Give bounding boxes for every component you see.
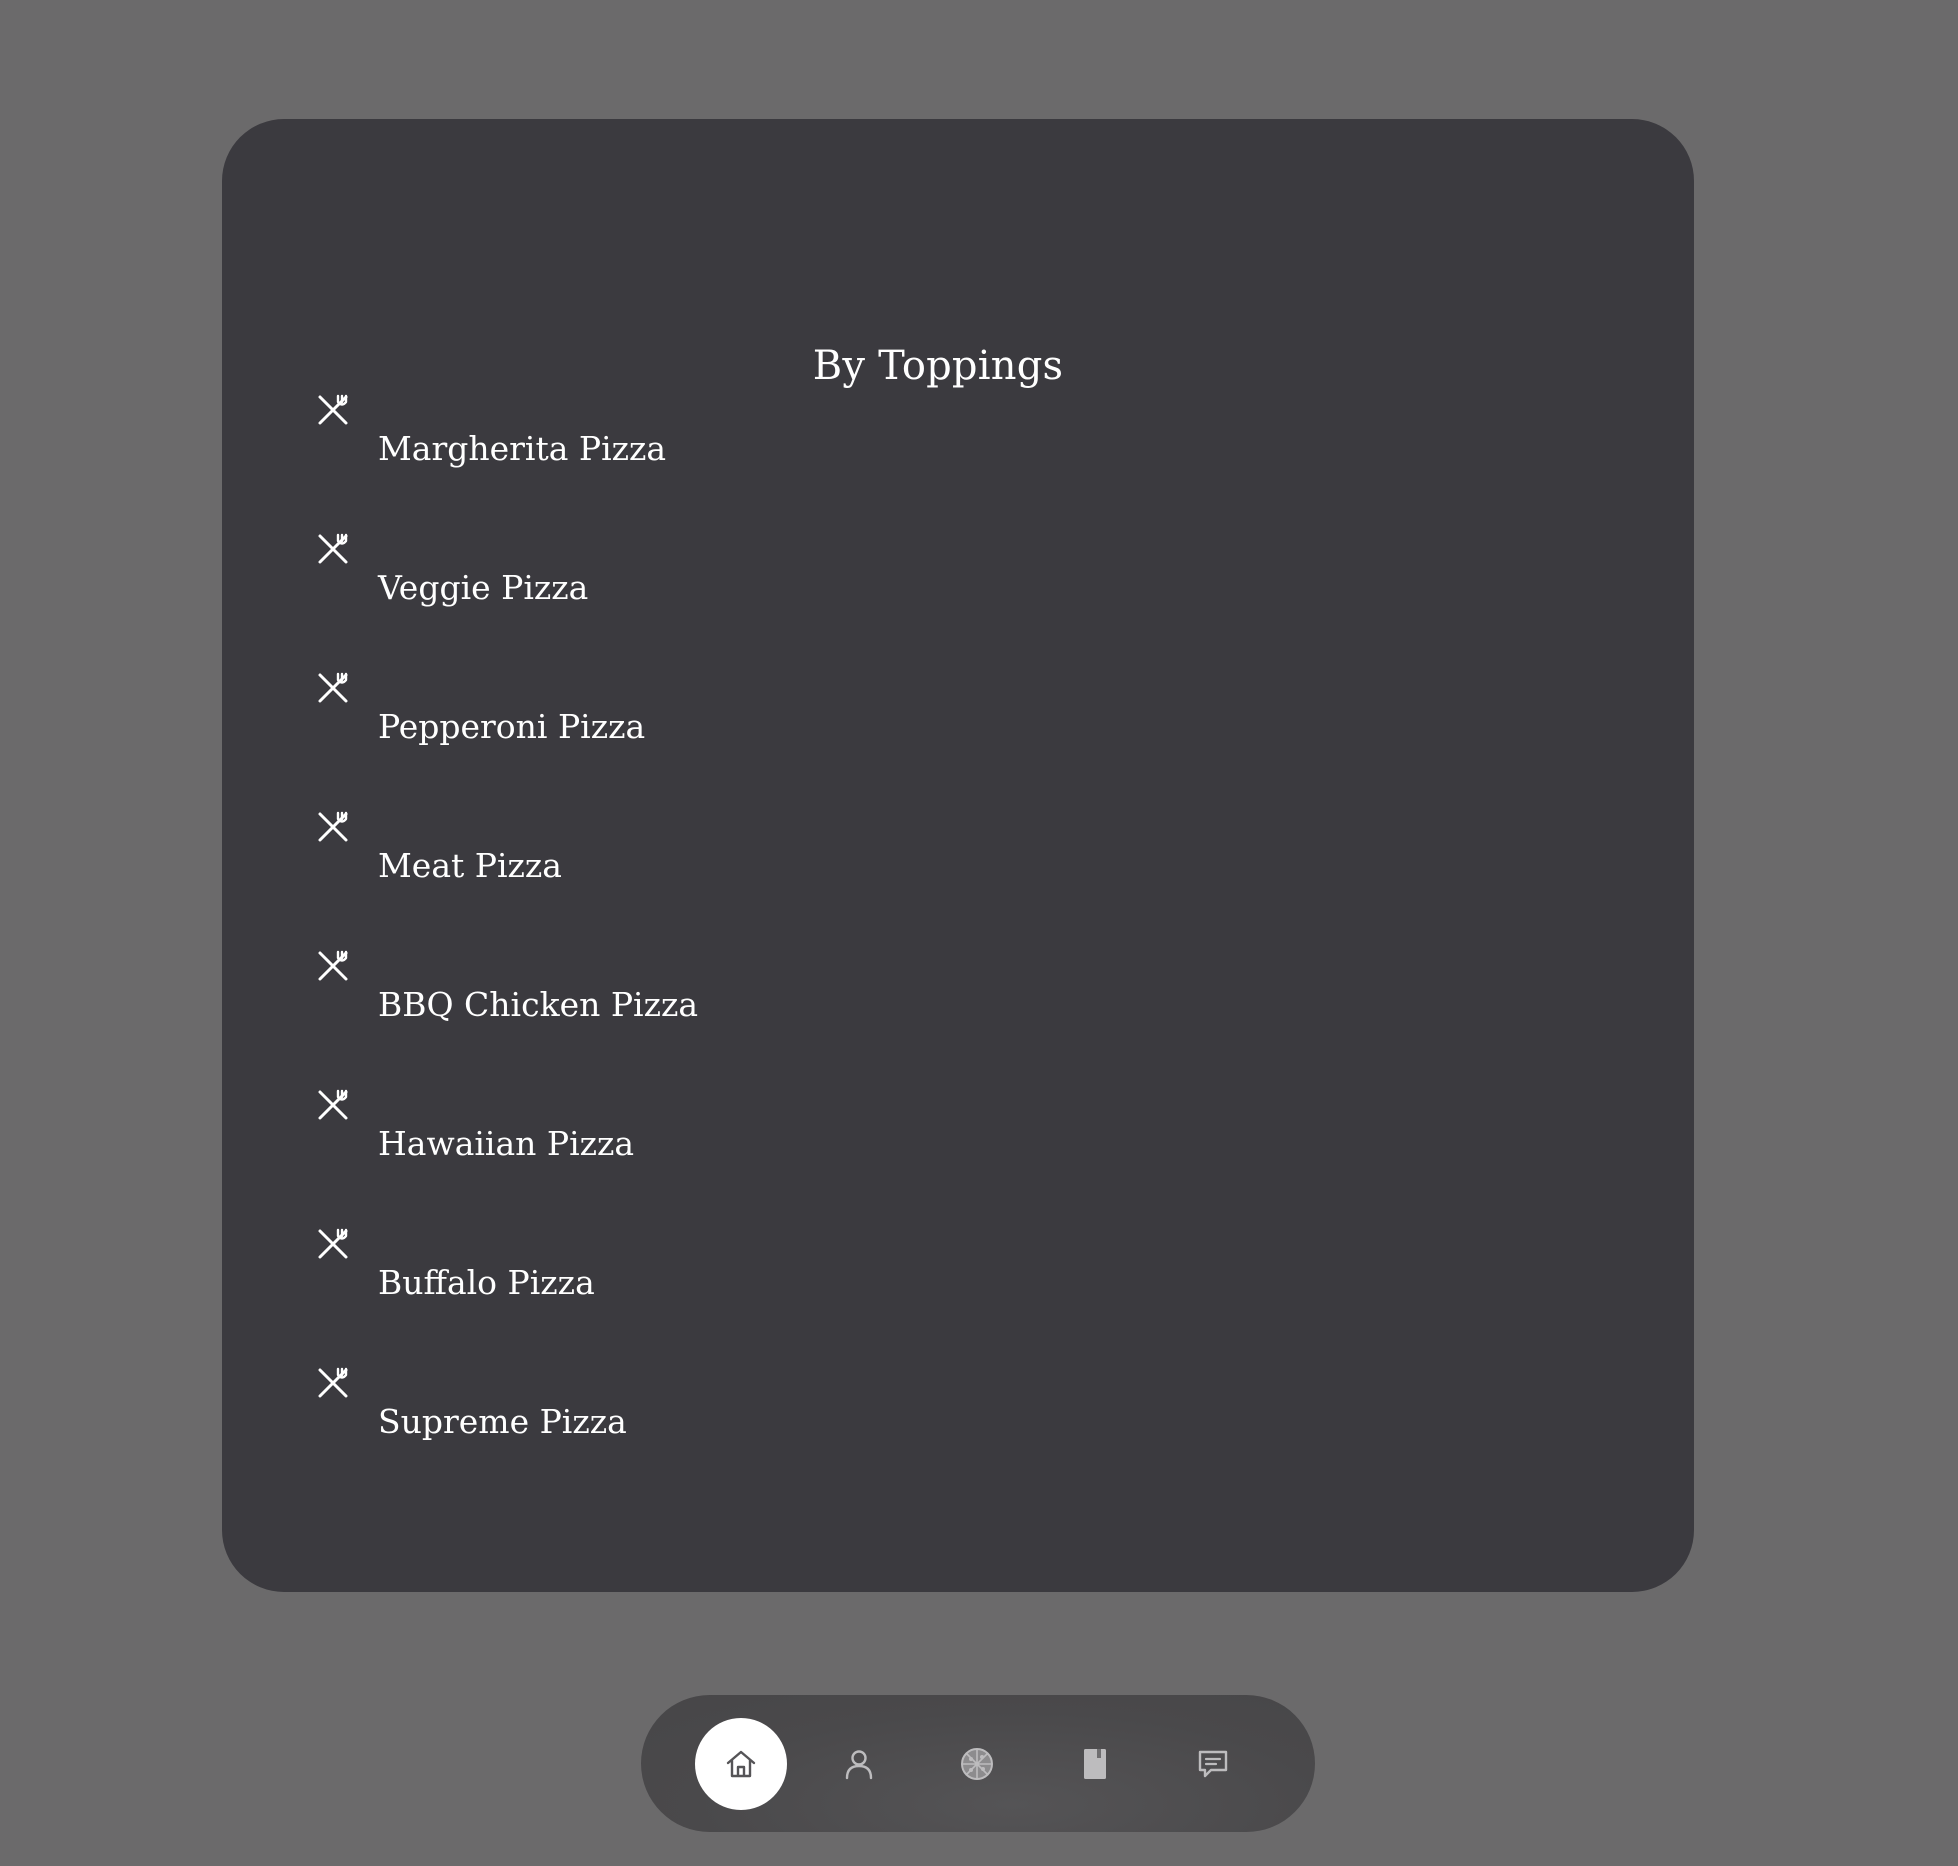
list-item-supreme-pizza[interactable]: Supreme Pizza <box>316 1366 1016 1466</box>
list-item-label: Meat Pizza <box>378 846 562 885</box>
list-item-label: Margherita Pizza <box>378 429 667 468</box>
pizza-icon <box>959 1746 995 1782</box>
nav-home-button[interactable] <box>695 1718 787 1810</box>
fork-knife-icon <box>316 1088 350 1122</box>
list-item-bbq-chicken-pizza[interactable]: BBQ Chicken Pizza <box>316 949 1016 1049</box>
nav-profile-button[interactable] <box>813 1718 905 1810</box>
list-item-label: Veggie Pizza <box>378 568 589 607</box>
list-item-meat-pizza[interactable]: Meat Pizza <box>316 810 1016 910</box>
list-item-label: Buffalo Pizza <box>378 1263 595 1302</box>
list-item-label: Hawaiian Pizza <box>378 1124 635 1163</box>
list-item-label: Supreme Pizza <box>378 1402 627 1441</box>
nav-pizza-button[interactable] <box>931 1718 1023 1810</box>
fork-knife-icon <box>316 810 350 844</box>
list-item-margherita-pizza[interactable]: Margherita Pizza <box>316 393 1016 493</box>
book-icon <box>1078 1747 1112 1781</box>
user-icon <box>842 1747 876 1781</box>
bottom-nav <box>641 1695 1315 1832</box>
toppings-card: By Toppings Margherita Pizza Veggie Pizz… <box>222 119 1694 1592</box>
list-item-veggie-pizza[interactable]: Veggie Pizza <box>316 532 1016 632</box>
fork-knife-icon <box>316 1366 350 1400</box>
fork-knife-icon <box>316 671 350 705</box>
nav-book-button[interactable] <box>1049 1718 1141 1810</box>
list-item-pepperoni-pizza[interactable]: Pepperoni Pizza <box>316 671 1016 771</box>
home-icon <box>724 1747 758 1781</box>
page-title: By Toppings <box>812 343 1064 389</box>
fork-knife-icon <box>316 1227 350 1261</box>
fork-knife-icon <box>316 393 350 427</box>
fork-knife-icon <box>316 532 350 566</box>
chat-icon <box>1196 1747 1230 1781</box>
list-item-label: BBQ Chicken Pizza <box>378 985 699 1024</box>
list-item-label: Pepperoni Pizza <box>378 707 646 746</box>
fork-knife-icon <box>316 949 350 983</box>
list-item-hawaiian-pizza[interactable]: Hawaiian Pizza <box>316 1088 1016 1188</box>
list-item-buffalo-pizza[interactable]: Buffalo Pizza <box>316 1227 1016 1327</box>
nav-messages-button[interactable] <box>1167 1718 1259 1810</box>
